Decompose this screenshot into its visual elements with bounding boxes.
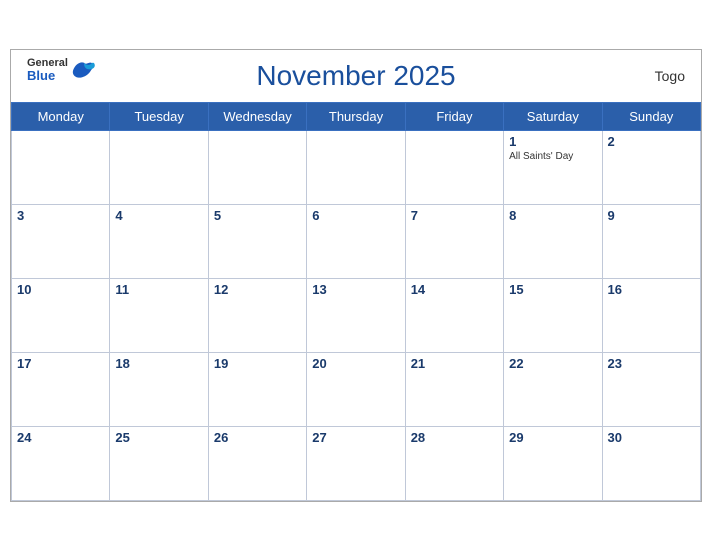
day-number: 27	[312, 430, 399, 445]
logo-general-text: General	[27, 58, 68, 69]
day-number: 15	[509, 282, 596, 297]
day-number: 3	[17, 208, 104, 223]
logo-area: General Blue	[27, 58, 98, 82]
calendar-cell	[307, 130, 405, 204]
calendar-wrapper: General Blue November 2025 Togo MondayTu…	[10, 49, 702, 502]
day-number: 19	[214, 356, 301, 371]
calendar-cell: 25	[110, 426, 208, 500]
day-number: 5	[214, 208, 301, 223]
week-row-1: 1 All Saints' Day 2	[12, 130, 701, 204]
calendar-cell	[208, 130, 306, 204]
weekday-header-sunday: Sunday	[602, 102, 700, 130]
weekday-header-thursday: Thursday	[307, 102, 405, 130]
calendar-cell: 9	[602, 204, 700, 278]
calendar-cell: 2	[602, 130, 700, 204]
day-number: 12	[214, 282, 301, 297]
weekday-header-wednesday: Wednesday	[208, 102, 306, 130]
day-number: 16	[608, 282, 695, 297]
day-number: 14	[411, 282, 498, 297]
day-number: 29	[509, 430, 596, 445]
day-number: 4	[115, 208, 202, 223]
calendar-cell: 8	[504, 204, 602, 278]
logo-bird-icon	[70, 61, 98, 79]
calendar-cell: 4	[110, 204, 208, 278]
day-number: 24	[17, 430, 104, 445]
day-number: 1	[509, 134, 596, 149]
day-number: 18	[115, 356, 202, 371]
calendar-cell: 30	[602, 426, 700, 500]
calendar-cell: 22	[504, 352, 602, 426]
calendar-cell	[12, 130, 110, 204]
calendar-cell	[405, 130, 503, 204]
calendar-cell: 28	[405, 426, 503, 500]
weekday-header-saturday: Saturday	[504, 102, 602, 130]
calendar-cell: 27	[307, 426, 405, 500]
day-number: 6	[312, 208, 399, 223]
calendar-cell: 5	[208, 204, 306, 278]
calendar-cell: 12	[208, 278, 306, 352]
calendar-cell	[110, 130, 208, 204]
calendar-cell: 18	[110, 352, 208, 426]
calendar-cell: 17	[12, 352, 110, 426]
day-number: 8	[509, 208, 596, 223]
calendar-cell: 15	[504, 278, 602, 352]
calendar-cell: 13	[307, 278, 405, 352]
day-number: 30	[608, 430, 695, 445]
weekday-header-friday: Friday	[405, 102, 503, 130]
calendar-header: General Blue November 2025 Togo	[11, 50, 701, 102]
calendar-cell: 23	[602, 352, 700, 426]
day-number: 26	[214, 430, 301, 445]
logo-blue-text: Blue	[27, 69, 68, 82]
calendar-cell: 6	[307, 204, 405, 278]
calendar-cell: 10	[12, 278, 110, 352]
weekday-header-row: MondayTuesdayWednesdayThursdayFridaySatu…	[12, 102, 701, 130]
calendar-cell: 7	[405, 204, 503, 278]
calendar-grid: MondayTuesdayWednesdayThursdayFridaySatu…	[11, 102, 701, 501]
calendar-cell: 1 All Saints' Day	[504, 130, 602, 204]
calendar-cell: 24	[12, 426, 110, 500]
holiday-text: All Saints' Day	[509, 151, 596, 163]
day-number: 20	[312, 356, 399, 371]
week-row-4: 17 18 19 20 21 22 23	[12, 352, 701, 426]
calendar-cell: 14	[405, 278, 503, 352]
day-number: 22	[509, 356, 596, 371]
day-number: 23	[608, 356, 695, 371]
day-number: 9	[608, 208, 695, 223]
day-number: 21	[411, 356, 498, 371]
week-row-3: 10 11 12 13 14 15 16	[12, 278, 701, 352]
day-number: 28	[411, 430, 498, 445]
calendar-title: November 2025	[256, 60, 455, 92]
weekday-header-tuesday: Tuesday	[110, 102, 208, 130]
day-number: 7	[411, 208, 498, 223]
country-label: Togo	[655, 68, 685, 84]
calendar-cell: 29	[504, 426, 602, 500]
day-number: 11	[115, 282, 202, 297]
calendar-cell: 3	[12, 204, 110, 278]
week-row-5: 24 25 26 27 28 29 30	[12, 426, 701, 500]
weekday-header-monday: Monday	[12, 102, 110, 130]
day-number: 2	[608, 134, 695, 149]
calendar-cell: 21	[405, 352, 503, 426]
day-number: 10	[17, 282, 104, 297]
week-row-2: 3456789	[12, 204, 701, 278]
calendar-cell: 16	[602, 278, 700, 352]
calendar-cell: 26	[208, 426, 306, 500]
calendar-cell: 20	[307, 352, 405, 426]
calendar-cell: 19	[208, 352, 306, 426]
day-number: 25	[115, 430, 202, 445]
calendar-cell: 11	[110, 278, 208, 352]
day-number: 17	[17, 356, 104, 371]
day-number: 13	[312, 282, 399, 297]
